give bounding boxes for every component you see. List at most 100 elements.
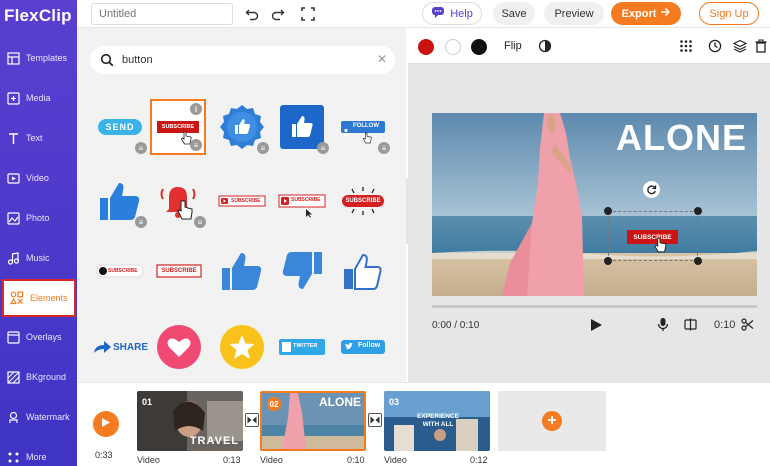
search-input[interactable] <box>122 54 362 66</box>
music-icon <box>6 251 20 265</box>
sidebar-item-watermark[interactable]: Watermark <box>0 399 77 435</box>
element-send-text: SEND <box>105 122 135 132</box>
transition-icon[interactable] <box>368 413 382 427</box>
clip-thumbnail-3[interactable]: 03 EXPERIENCE WITH ALL <box>384 391 490 451</box>
resize-handle[interactable] <box>694 257 702 265</box>
resize-handle[interactable] <box>604 257 612 265</box>
element-youtube-subscribe[interactable]: SUBSCRIBE <box>213 172 271 230</box>
clock-icon[interactable] <box>708 39 722 58</box>
scissors-icon[interactable] <box>741 318 754 336</box>
clip-type-label: Video <box>384 455 407 465</box>
animated-badge-icon: ≡ <box>257 142 269 154</box>
delete-icon[interactable] <box>755 39 767 58</box>
element-subscribe-cursor[interactable]: SUBSCRIBE <box>273 172 331 230</box>
help-button[interactable]: Help <box>422 2 482 25</box>
sidebar-item-label: Music <box>26 253 50 263</box>
color-swatch-black[interactable] <box>471 39 487 55</box>
grid-icon[interactable] <box>679 39 693 58</box>
element-thumbs-down[interactable] <box>273 242 331 300</box>
project-title-input[interactable] <box>91 3 233 25</box>
canvas-title-text[interactable]: ALONE <box>616 117 747 159</box>
element-like-outline[interactable] <box>334 242 392 300</box>
top-bar: Help Save Preview Export Sign Up <box>77 0 770 28</box>
element-thumbs-up-2[interactable] <box>213 242 271 300</box>
microphone-icon[interactable] <box>657 317 669 337</box>
color-swatch-red[interactable] <box>418 39 434 55</box>
element-follow-text: FOLLOW <box>353 123 379 129</box>
element-share-arrow[interactable]: SHARE <box>91 318 149 376</box>
add-user-icon <box>343 123 351 136</box>
sidebar-item-media[interactable]: Media <box>0 80 77 116</box>
play-icon <box>101 415 111 433</box>
element-twitter-follow-2[interactable]: Follow <box>334 318 392 376</box>
save-button[interactable]: Save <box>493 2 535 25</box>
sidebar-item-label: Text <box>26 133 43 143</box>
clip-end-time: 0:10 <box>714 319 736 331</box>
more-icon <box>6 450 20 464</box>
animated-badge-icon: ≡ <box>135 142 147 154</box>
element-heart-circle[interactable] <box>150 318 208 376</box>
play-icon[interactable] <box>590 318 603 337</box>
add-scene-button[interactable]: + <box>498 391 606 451</box>
element-twitter-follow[interactable]: TWITTER <box>273 318 331 376</box>
transition-icon[interactable] <box>245 413 259 427</box>
clip-type-label: Video <box>137 455 160 465</box>
sidebar-item-label: More <box>26 452 47 462</box>
sidebar-item-templates[interactable]: Templates <box>0 40 77 76</box>
sidebar-item-elements[interactable]: Elements <box>2 279 76 317</box>
flip-button[interactable]: Flip <box>504 40 522 52</box>
media-icon <box>6 91 20 105</box>
export-button[interactable]: Export <box>611 2 681 25</box>
fullscreen-icon[interactable] <box>299 5 317 23</box>
animated-badge-icon: ≡ <box>317 142 329 154</box>
resize-handle[interactable] <box>604 207 612 215</box>
hand-cursor-icon <box>362 131 372 149</box>
sidebar-item-overlays[interactable]: Overlays <box>0 319 77 355</box>
video-canvas[interactable]: ALONE SUBSCRIBE <box>432 113 757 296</box>
element-like-badge[interactable]: ≡ <box>213 98 271 156</box>
resize-handle[interactable] <box>694 207 702 215</box>
sidebar-item-text[interactable]: Text <box>0 120 77 156</box>
signup-button[interactable]: Sign Up <box>699 2 759 25</box>
element-send-button[interactable]: SEND ≡ <box>91 98 149 156</box>
element-like-square[interactable]: ≡ <box>273 98 331 156</box>
sidebar-item-label: Templates <box>26 53 68 63</box>
layers-icon[interactable] <box>732 39 748 58</box>
element-star-circle[interactable] <box>213 318 271 376</box>
color-swatch-white[interactable] <box>445 39 461 55</box>
clip-overlay-text: EXPERIENCE WITH ALL <box>417 413 459 429</box>
element-bell-click[interactable]: ≡ <box>150 172 208 230</box>
animated-badge-icon: ≡ <box>378 142 390 154</box>
sidebar-item-music[interactable]: Music <box>0 240 77 276</box>
redo-icon[interactable] <box>269 5 287 23</box>
element-subscribe-text: SUBSCRIBE <box>161 124 195 130</box>
clear-search-icon[interactable]: ✕ <box>377 52 387 66</box>
storyboard-timeline: 0:33 01 TRAVEL Video 0:13 02 ALONE Video… <box>77 382 770 466</box>
element-follow-button[interactable]: FOLLOW ≡ <box>334 98 392 156</box>
search-bar: ✕ <box>90 46 395 74</box>
clip-duration: 0:13 <box>223 455 241 465</box>
text-icon <box>6 131 20 145</box>
playback-progress-bar[interactable] <box>432 305 757 308</box>
rotate-handle-icon[interactable] <box>643 181 660 198</box>
opacity-icon[interactable] <box>538 39 552 58</box>
sidebar-item-more[interactable]: More <box>0 439 77 466</box>
clip-thumbnail-2[interactable]: 02 ALONE <box>260 391 366 451</box>
sidebar-item-video[interactable]: Video <box>0 160 77 196</box>
element-subscribe-outline[interactable]: SUBSCRIBE <box>150 242 208 300</box>
sidebar-item-photo[interactable]: Photo <box>0 200 77 236</box>
element-subscribe-button-selected[interactable]: SUBSCRIBE i ≡ <box>150 99 206 155</box>
preview-button[interactable]: Preview <box>544 2 604 25</box>
elements-icon <box>10 291 24 305</box>
clip-thumbnail-1[interactable]: 01 TRAVEL <box>137 391 243 451</box>
undo-icon[interactable] <box>243 5 261 23</box>
element-subscribe-pill[interactable]: SUBSCRIBE <box>91 242 149 300</box>
split-view-icon[interactable] <box>684 318 697 336</box>
animated-badge-icon: ≡ <box>194 216 206 228</box>
element-subscribe-burst[interactable]: SUBSCRIBE <box>334 172 392 230</box>
search-icon <box>100 53 114 67</box>
sidebar-item-bkground[interactable]: BKground <box>0 359 77 395</box>
play-all-button[interactable] <box>93 411 119 437</box>
clip-overlay-text: TRAVEL <box>189 435 239 447</box>
element-thumbs-up[interactable]: ≡ <box>91 172 149 230</box>
